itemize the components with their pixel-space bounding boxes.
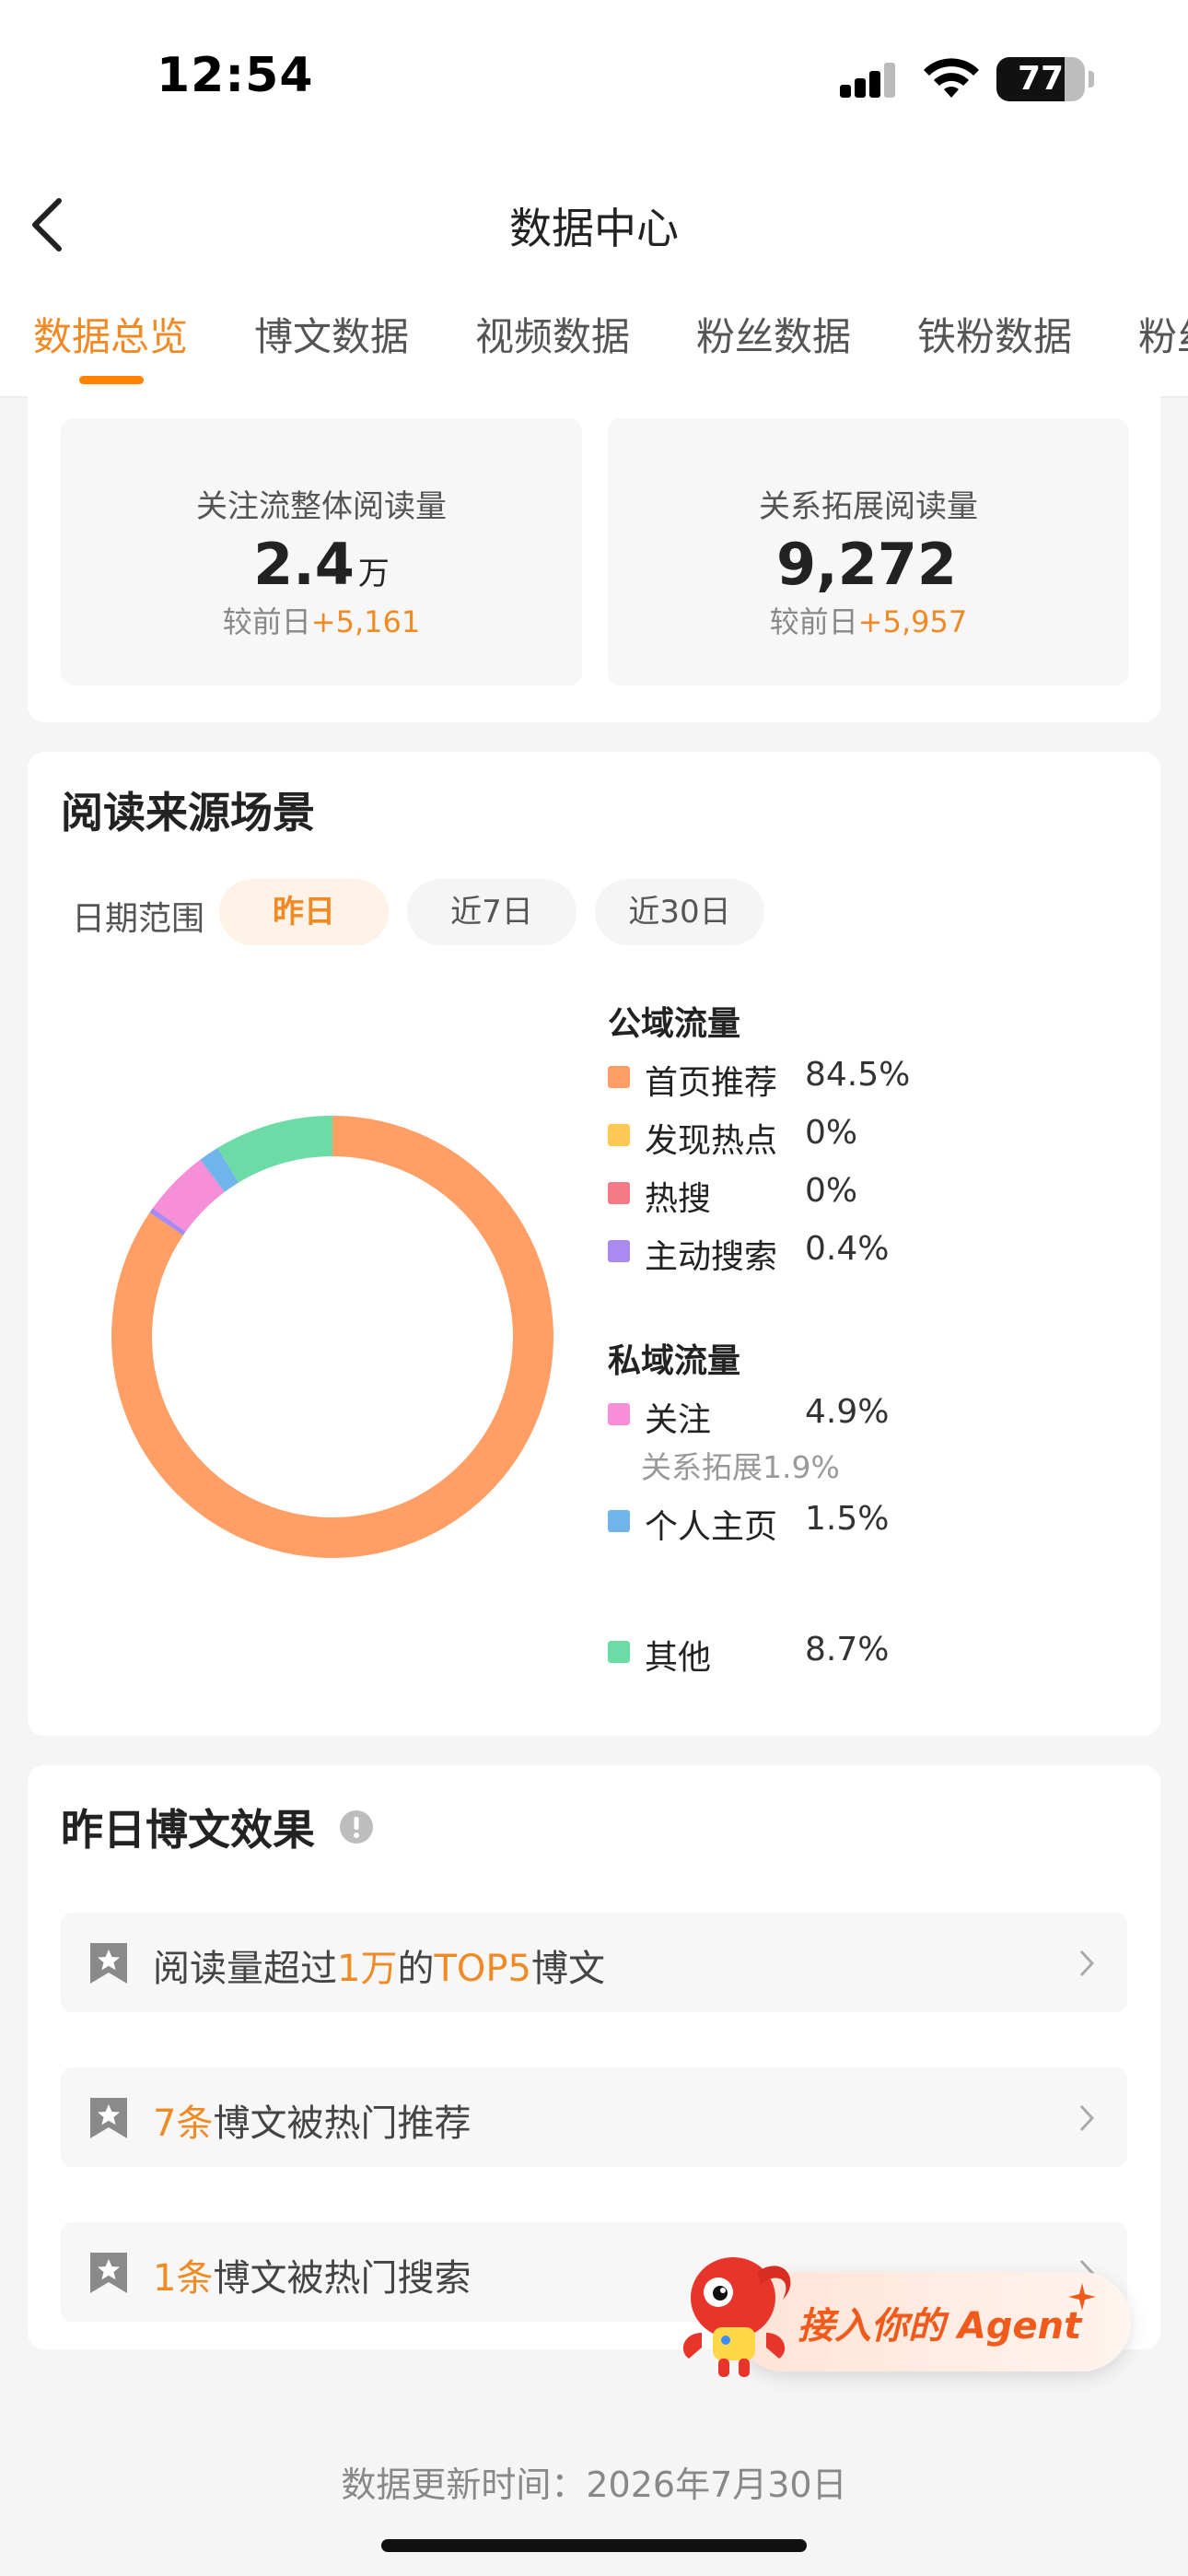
range-yesterday-button[interactable]: 昨日	[219, 879, 389, 945]
effect-text: 7条博文被热门推荐	[153, 2102, 472, 2145]
legend-value: 0%	[805, 1172, 858, 1210]
legend-value: 0%	[805, 1114, 858, 1152]
overview-card: 关注流整体阅读量 2.4 万 较前日+5,161 关系拓展阅读量 9,272 较前…	[28, 394, 1160, 722]
battery-cap	[1089, 71, 1094, 88]
legend-swatch	[608, 1066, 630, 1088]
chevron-right-icon	[1079, 1950, 1095, 1977]
status-time: 12:54	[157, 48, 314, 103]
effect-row-hot-recommend[interactable]: 7条博文被热门推荐	[61, 2067, 1127, 2167]
legend-swatch	[608, 1641, 630, 1663]
metric-follow-reads[interactable]: 关注流整体阅读量 2.4 万 较前日+5,161	[61, 418, 582, 685]
section-title: 阅读来源场景	[61, 788, 315, 837]
agent-label: 接入你的 Agent	[798, 2305, 1082, 2348]
active-tab-indicator	[79, 376, 144, 384]
read-source-donut-chart	[111, 1116, 554, 1558]
metric-value: 2.4 万	[253, 531, 390, 598]
private-traffic-heading: 私域流量	[608, 1342, 741, 1380]
section-title: 昨日博文效果	[61, 1805, 315, 1855]
metric-value: 9,272	[775, 531, 958, 598]
legend-homepage-recommend: 首页推荐 84.5%	[608, 1056, 976, 1102]
effect-row-top5[interactable]: 阅读量超过1万的TOP5博文	[61, 1913, 1127, 2012]
battery-indicator: 77	[996, 57, 1085, 101]
battery-text: 77	[1017, 60, 1065, 98]
legend-swatch	[608, 1403, 630, 1425]
tab-bar: 数据总览 博文数据 视频数据 粉丝数据 铁粉数据 粉丝	[0, 306, 1188, 370]
metric-delta: 较前日+5,161	[222, 604, 421, 639]
legend-label: 首页推荐	[645, 1064, 778, 1102]
legend-value: 84.5%	[805, 1056, 911, 1094]
tab-post-data[interactable]: 博文数据	[254, 306, 409, 362]
legend-label: 关注	[645, 1401, 712, 1439]
legend-swatch	[608, 1124, 630, 1146]
legend-value: 1.5%	[805, 1500, 890, 1538]
legend-label: 个人主页	[645, 1508, 778, 1546]
info-icon[interactable]	[339, 1809, 374, 1844]
metric-delta: 较前日+5,957	[769, 604, 968, 639]
legend-swatch	[608, 1510, 630, 1532]
legend-label: 其他	[645, 1639, 712, 1677]
tab-video-data[interactable]: 视频数据	[475, 306, 630, 362]
range-30-days-button[interactable]: 近30日	[595, 879, 764, 945]
legend-hot-search: 热搜 0%	[608, 1172, 976, 1218]
legend-discover-hot: 发现热点 0%	[608, 1114, 976, 1160]
legend-label: 主动搜索	[645, 1238, 778, 1276]
legend-personal-homepage: 个人主页 1.5%	[608, 1500, 976, 1546]
legend-swatch	[608, 1182, 630, 1204]
legend-label: 发现热点	[645, 1122, 778, 1160]
legend-value: 0.4%	[805, 1230, 890, 1268]
public-traffic-heading: 公域流量	[608, 1005, 741, 1043]
donut-slice-6	[217, 1116, 332, 1183]
effect-text: 阅读量超过1万的TOP5博文	[153, 1948, 605, 1990]
legend-other: 其他 8.7%	[608, 1631, 976, 1677]
date-range-label: 日期范围	[72, 900, 205, 938]
page-title: 数据中心	[509, 204, 679, 253]
cellular-signal-icon	[840, 63, 895, 98]
tab-fan-data[interactable]: 粉丝数据	[696, 306, 851, 362]
chevron-right-icon	[1079, 2104, 1095, 2132]
wifi-icon	[924, 58, 979, 98]
legend-active-search: 主动搜索 0.4%	[608, 1230, 976, 1276]
bookmark-star-icon	[90, 1943, 127, 1984]
legend-value: 8.7%	[805, 1631, 890, 1669]
metric-relation-reads[interactable]: 关系拓展阅读量 9,272 较前日+5,957	[608, 418, 1129, 685]
home-indicator	[381, 2539, 807, 2552]
tab-overview[interactable]: 数据总览	[33, 306, 188, 362]
legend-label: 热搜	[645, 1180, 712, 1218]
range-7-days-button[interactable]: 近7日	[407, 879, 577, 945]
legend-swatch	[608, 1240, 630, 1262]
mascot-icon[interactable]	[665, 2244, 803, 2383]
legend-follow: 关注 4.9%	[608, 1393, 976, 1439]
tab-iron-fan-data[interactable]: 铁粉数据	[917, 306, 1072, 362]
legend-relation-expansion-note: 关系拓展1.9%	[641, 1449, 840, 1485]
metric-label: 关注流整体阅读量	[196, 488, 447, 525]
bookmark-star-icon	[90, 2098, 127, 2138]
data-update-time: 数据更新时间：2026年7月30日	[341, 2465, 847, 2505]
legend-value: 4.9%	[805, 1393, 890, 1431]
sparkle-icon	[1068, 2283, 1096, 2311]
effect-text: 1条博文被热门搜索	[153, 2257, 472, 2300]
metric-label: 关系拓展阅读量	[759, 488, 978, 525]
bookmark-star-icon	[90, 2253, 127, 2293]
tab-fan-more[interactable]: 粉丝	[1138, 306, 1188, 362]
